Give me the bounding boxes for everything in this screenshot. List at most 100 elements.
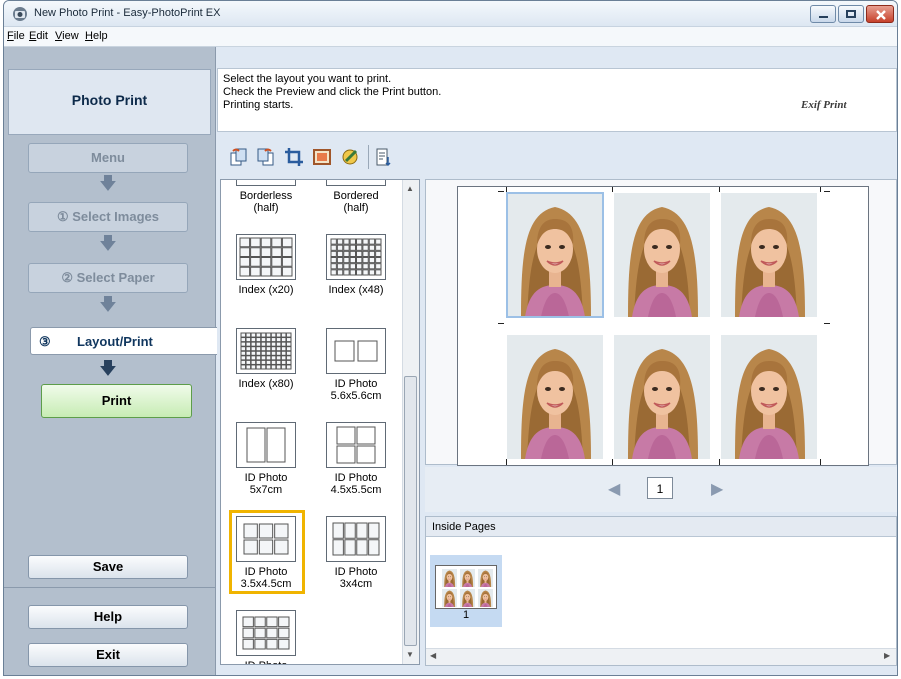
portrait-photo xyxy=(478,569,493,587)
layout-thumbnail xyxy=(236,422,296,468)
select-paper-step-button[interactable]: ② Select Paper xyxy=(28,263,188,293)
portrait-photo xyxy=(721,193,817,317)
layout-label: ID Photo 2.5x3cm xyxy=(221,660,311,664)
minimize-icon xyxy=(819,16,828,18)
instruction-line-3: Printing starts. xyxy=(223,99,294,111)
next-page-icon[interactable]: ▶ xyxy=(711,479,723,499)
layout-label: Index (x80) xyxy=(238,378,294,390)
layout-thumbnail xyxy=(236,516,296,562)
layout-thumbnail xyxy=(236,180,296,186)
save-button[interactable]: Save xyxy=(28,555,188,579)
crop-mark xyxy=(820,459,821,465)
minimize-button[interactable] xyxy=(810,5,836,23)
layout-option[interactable]: Bordered (half) xyxy=(311,180,401,224)
menu-file[interactable]: File xyxy=(7,30,25,42)
down-arrow-icon: 🡇 xyxy=(99,174,117,193)
photo-slot[interactable] xyxy=(614,335,710,459)
frame-icon[interactable] xyxy=(312,147,332,167)
layout-thumbnail xyxy=(236,328,296,374)
inside-pages-header: Inside Pages xyxy=(426,517,896,537)
maximize-icon xyxy=(846,10,856,18)
portrait-photo xyxy=(507,335,603,459)
crop-mark xyxy=(824,191,830,192)
layout-thumbnail xyxy=(236,234,296,280)
step-label: Layout/Print xyxy=(77,334,153,349)
layout-grid: Borderless (half) Bordered (half) Index (x… xyxy=(221,180,401,664)
layout-option[interactable]: Index (x20) xyxy=(221,226,311,318)
photo-slot[interactable] xyxy=(721,335,817,459)
previous-page-icon[interactable]: ◀ xyxy=(608,479,620,499)
layout-option[interactable]: ID Photo 5x7cm xyxy=(221,414,311,506)
photo-slot[interactable] xyxy=(614,193,710,317)
rotate-right-icon[interactable] xyxy=(256,147,276,167)
layout-option[interactable]: Index (x48) xyxy=(311,226,401,318)
crop-mark xyxy=(719,187,720,192)
rotate-left-icon[interactable] xyxy=(228,147,248,167)
selected-photo-frame xyxy=(506,192,604,318)
print-button[interactable]: Print xyxy=(41,384,192,418)
crop-mark xyxy=(498,323,504,324)
select-images-step-button[interactable]: ① Select Images xyxy=(28,202,188,232)
inside-pages-scrollbar[interactable]: ◀ ▶ xyxy=(426,648,896,665)
crop-mark xyxy=(719,459,720,465)
menu-step-button[interactable]: Menu xyxy=(28,143,188,173)
layout-thumbnail xyxy=(326,234,386,280)
layout-option[interactable]: Borderless (half) xyxy=(221,180,311,224)
separator xyxy=(4,587,216,588)
layout-list-scrollbar[interactable]: ▲ ▼ xyxy=(402,180,419,664)
layout-option[interactable]: ID Photo 3x4cm xyxy=(311,508,401,600)
layout-label: ID Photo 3.5x4.5cm xyxy=(240,566,292,590)
layout-option[interactable]: ID Photo 4.5x5.5cm xyxy=(311,414,401,506)
exit-button[interactable]: Exit xyxy=(28,643,188,667)
photo-slot[interactable] xyxy=(721,193,817,317)
scroll-thumb[interactable] xyxy=(404,376,417,646)
crop-icon[interactable] xyxy=(284,147,304,167)
layout-thumbnail xyxy=(326,328,386,374)
portrait-photo xyxy=(478,589,493,607)
app-window: New Photo Print - Easy-PhotoPrint EX Fil… xyxy=(3,0,898,676)
instruction-area: Select the layout you want to print. Che… xyxy=(217,68,897,132)
menu-view[interactable]: View xyxy=(55,30,79,42)
help-button[interactable]: Help xyxy=(28,605,188,629)
photo-slot[interactable] xyxy=(507,335,603,459)
crop-mark xyxy=(498,191,504,192)
layout-label: Index (x20) xyxy=(238,284,294,296)
close-button[interactable] xyxy=(866,5,894,23)
scroll-right-icon[interactable]: ▶ xyxy=(884,651,890,660)
page-thumbnail-label: 1 xyxy=(462,609,470,621)
print-settings-icon[interactable] xyxy=(374,147,394,167)
layout-label: ID Photo 4.5x5.5cm xyxy=(330,472,382,496)
title-bar: New Photo Print - Easy-PhotoPrint EX xyxy=(4,1,897,27)
layout-thumbnail xyxy=(236,610,296,656)
page-thumbnail-image xyxy=(435,565,497,609)
layout-option[interactable]: Index (x80) xyxy=(221,320,311,412)
app-icon xyxy=(13,7,27,21)
date-settings-icon[interactable] xyxy=(340,147,360,167)
menu-edit[interactable]: Edit xyxy=(29,30,48,42)
mini-photo xyxy=(442,569,457,587)
layout-option[interactable]: ID Photo 3.5x4.5cm xyxy=(221,508,311,600)
crop-mark xyxy=(506,459,507,465)
close-icon xyxy=(876,10,886,20)
layout-print-step-tab[interactable]: ③ Layout/Print xyxy=(30,327,217,355)
scroll-left-icon[interactable]: ◀ xyxy=(430,651,436,660)
layout-list: Borderless (half) Bordered (half) Index (x… xyxy=(220,179,420,665)
scroll-up-icon[interactable]: ▲ xyxy=(406,184,414,193)
layout-label: ID Photo 5.6x5.6cm xyxy=(330,378,382,402)
layout-thumbnail xyxy=(326,180,386,186)
maximize-button[interactable] xyxy=(838,5,864,23)
page-thumbnail[interactable]: 1 xyxy=(430,555,502,627)
mini-photo xyxy=(460,569,475,587)
layout-label: ID Photo 3x4cm xyxy=(334,566,378,590)
layout-option[interactable]: ID Photo 2.5x3cm xyxy=(221,602,311,664)
mini-photo xyxy=(460,589,475,607)
layout-option[interactable]: ID Photo 5.6x5.6cm xyxy=(311,320,401,412)
menu-bar: File Edit View Help xyxy=(4,27,897,47)
layout-label: Index (x48) xyxy=(328,284,384,296)
menu-help[interactable]: Help xyxy=(85,30,108,42)
preview-area xyxy=(425,179,897,466)
portrait-photo xyxy=(442,589,457,607)
panel-title: Photo Print xyxy=(71,92,148,108)
page-number-field[interactable]: 1 xyxy=(647,477,673,499)
scroll-down-icon[interactable]: ▼ xyxy=(406,650,414,659)
